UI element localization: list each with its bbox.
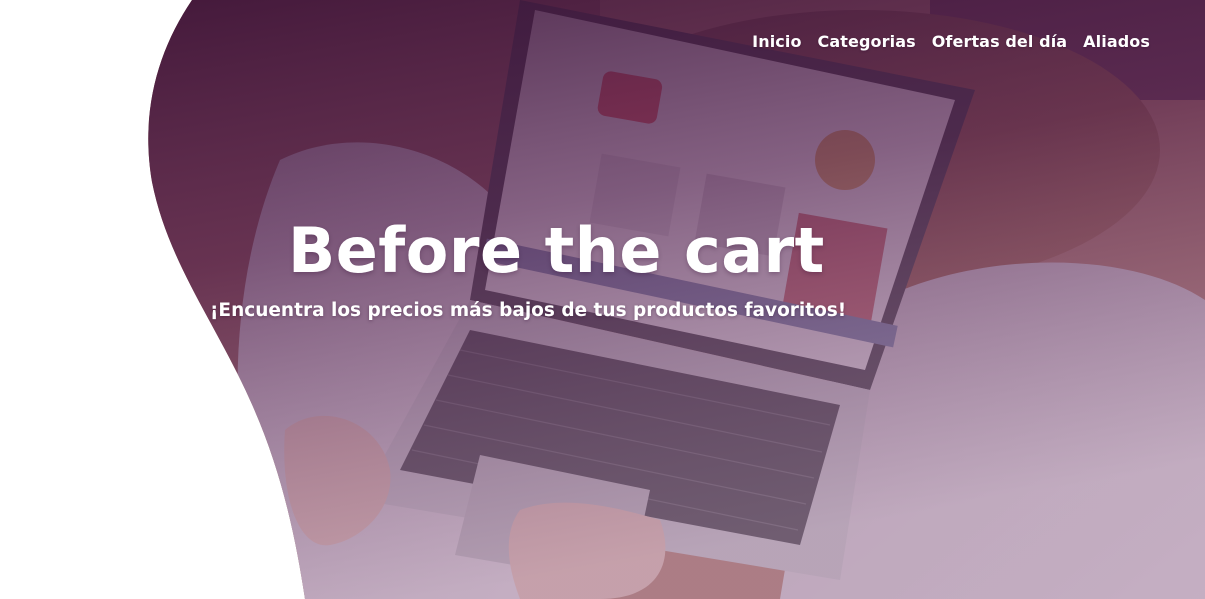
- landing-page: Inicio Categorias Ofertas del día Aliado…: [0, 0, 1205, 599]
- nav-link-categorias[interactable]: Categorias: [818, 32, 916, 51]
- hero-subtitle: ¡Encuentra los precios más bajos de tus …: [210, 300, 847, 321]
- main-nav: Inicio Categorias Ofertas del día Aliado…: [752, 32, 1150, 51]
- hero-title: Before the cart: [288, 214, 825, 287]
- nav-link-inicio[interactable]: Inicio: [752, 32, 801, 51]
- nav-link-ofertas[interactable]: Ofertas del día: [932, 32, 1067, 51]
- nav-link-aliados[interactable]: Aliados: [1083, 32, 1150, 51]
